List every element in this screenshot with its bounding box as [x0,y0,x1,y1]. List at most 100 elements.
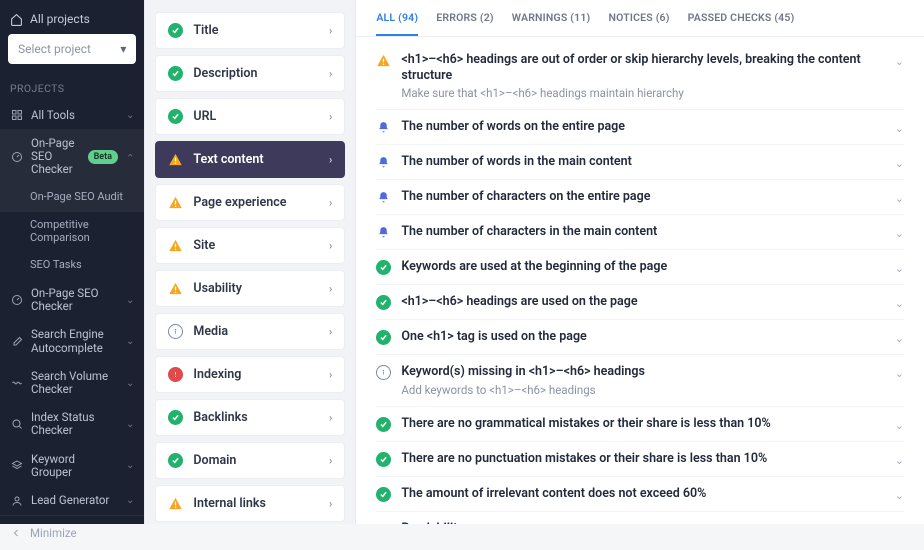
filter-tab[interactable]: NOTICES (6) [608,0,669,36]
wave-icon [10,377,23,390]
chevron-down-icon: ⌄ [895,262,904,275]
chevron-down-icon: ⌄ [126,460,134,471]
info-icon [168,324,183,339]
category-item[interactable]: Backlinks› [155,399,345,436]
sidebar-item-sub-tasks[interactable]: SEO Tasks [0,252,144,280]
edit-icon [10,335,23,348]
category-item[interactable]: Usability› [155,270,345,307]
check-icon [376,330,391,345]
category-item[interactable]: Description› [155,55,345,92]
filter-tab[interactable]: ALL (94) [376,0,418,36]
check-row[interactable]: Keyword(s) missing in <h1>–<h6> headings… [376,355,904,407]
results-filter-tabs: ALL (94) ERRORS (2) WARNINGS (11) NOTICES (… [356,0,924,37]
category-label: Text content [193,152,319,167]
sidebar-item-sub-audit[interactable]: On-Page SEO Audit [0,184,144,212]
chevron-right-icon: › [329,454,332,467]
category-label: Title [193,23,319,38]
category-item[interactable]: Internal links› [155,485,345,522]
sidebar-item-on-page-seo-checker[interactable]: On-Page SEO Checker⌄ [0,279,144,320]
sidebar-item-label: All Tools [31,109,118,122]
chevron-down-icon: ⌄ [895,454,904,467]
sidebar-item-lead-generator[interactable]: Lead Generator⌄ [0,487,144,515]
category-item[interactable]: Text content › [155,141,345,178]
check-title: Keyword(s) missing in <h1>–<h6> headings [401,364,884,380]
chevron-down-icon: ⌄ [895,367,904,380]
category-item[interactable]: Site› [155,227,345,264]
sidebar-item-search-autocomplete[interactable]: Search Engine Autocomplete⌄ [0,321,144,362]
category-item[interactable]: Domain› [155,442,345,479]
check-row[interactable]: One <h1> tag is used on the page ⌄ [376,320,904,355]
filter-tab[interactable]: PASSED CHECKS (45) [688,0,795,36]
category-item[interactable]: Page experience› [155,184,345,221]
category-label: Page experience [193,195,319,210]
chevron-right-icon: › [329,153,332,166]
sidebar-item-label: Index Status Checker [31,411,118,437]
check-title: One <h1> tag is used on the page [401,329,884,345]
category-item[interactable]: Title › [155,12,345,49]
category-label: Usability [193,281,319,296]
all-projects-link[interactable]: All projects [8,8,136,34]
all-projects-label: All projects [30,12,90,26]
check-row[interactable]: The amount of irrelevant content does no… [376,477,904,512]
category-label: Media [193,324,319,339]
check-title: The number of characters on the entire p… [401,189,884,205]
sidebar-item-label: Competitive Comparison [30,219,134,244]
sidebar-item-label: Search Volume Checker [31,370,118,396]
project-select[interactable]: Select project ▾ [8,34,136,64]
sidebar-item-all-tools[interactable]: All Tools ⌄ [0,101,144,129]
checks-list: <h1>–<h6> headings are out of order or s… [356,37,924,524]
error-icon [168,367,183,382]
check-title: There are no punctuation mistakes or the… [401,451,884,467]
chevron-down-icon: ⌄ [895,332,904,345]
chevron-right-icon: › [329,24,332,37]
check-row[interactable]: The number of characters on the entire p… [376,180,904,215]
chevron-right-icon: › [329,110,332,123]
check-hint: Add keywords to <h1>–<h6> headings [401,383,884,397]
sidebar-item-on-page-seo-checker-beta[interactable]: On-Page SEO Checker Beta ⌄ [0,129,144,184]
category-label: Site [193,238,319,253]
sidebar-item-label: SEO Tasks [30,259,134,272]
category-label: URL [193,109,319,124]
check-row[interactable]: <h1>–<h6> headings are out of order or s… [376,43,904,110]
sidebar-item-sub-comp[interactable]: Competitive Comparison [0,212,144,252]
bell-icon [376,155,391,170]
check-row[interactable]: Keywords are used at the beginning of th… [376,250,904,285]
filter-tab[interactable]: ERRORS (2) [436,0,494,36]
chevron-down-icon: ⌄ [126,110,134,121]
category-item[interactable]: URL › [155,98,345,135]
sidebar-item-label: On-Page SEO Checker [31,137,80,177]
chevron-down-icon: ⌄ [126,495,134,506]
check-row[interactable]: <h1>–<h6> headings are used on the page⌄ [376,285,904,320]
warning-icon [168,152,183,167]
sidebar-item-search-volume[interactable]: Search Volume Checker⌄ [0,362,144,403]
check-row[interactable]: There are no punctuation mistakes or the… [376,442,904,477]
check-icon [168,410,183,425]
search-icon [10,418,23,431]
check-icon [168,453,183,468]
check-row[interactable]: Readability⌄ [376,512,904,524]
chevron-down-icon: ⌄ [126,151,134,162]
beta-badge: Beta [88,150,118,164]
minimize-button[interactable]: Minimize [0,515,144,550]
check-row[interactable]: There are no grammatical mistakes or the… [376,407,904,442]
chevron-right-icon: › [329,411,332,424]
category-item[interactable]: Media› [155,313,345,350]
filter-tab[interactable]: WARNINGS (11) [512,0,591,36]
check-row[interactable]: The number of words on the entire page⌄ [376,110,904,145]
warning-icon [168,496,183,511]
bell-icon [376,225,391,240]
sidebar-item-keyword-grouper[interactable]: Keyword Grouper⌄ [0,445,144,486]
bell-icon [376,190,391,205]
info-icon [376,365,391,380]
home-icon [10,13,23,26]
check-icon [376,295,391,310]
check-icon [376,417,391,432]
category-item[interactable]: Indexing› [155,356,345,393]
sidebar-item-index-status[interactable]: Index Status Checker⌄ [0,404,144,445]
check-row[interactable]: The number of characters in the main con… [376,215,904,250]
check-row[interactable]: The number of words in the main content⌄ [376,145,904,180]
sidebar-item-label: On-Page SEO Checker [31,287,118,313]
check-title: <h1>–<h6> headings are out of order or s… [401,52,884,83]
main-panel: ALL (94) ERRORS (2) WARNINGS (11) NOTICES (… [356,0,924,524]
project-select-placeholder: Select project [18,42,91,56]
